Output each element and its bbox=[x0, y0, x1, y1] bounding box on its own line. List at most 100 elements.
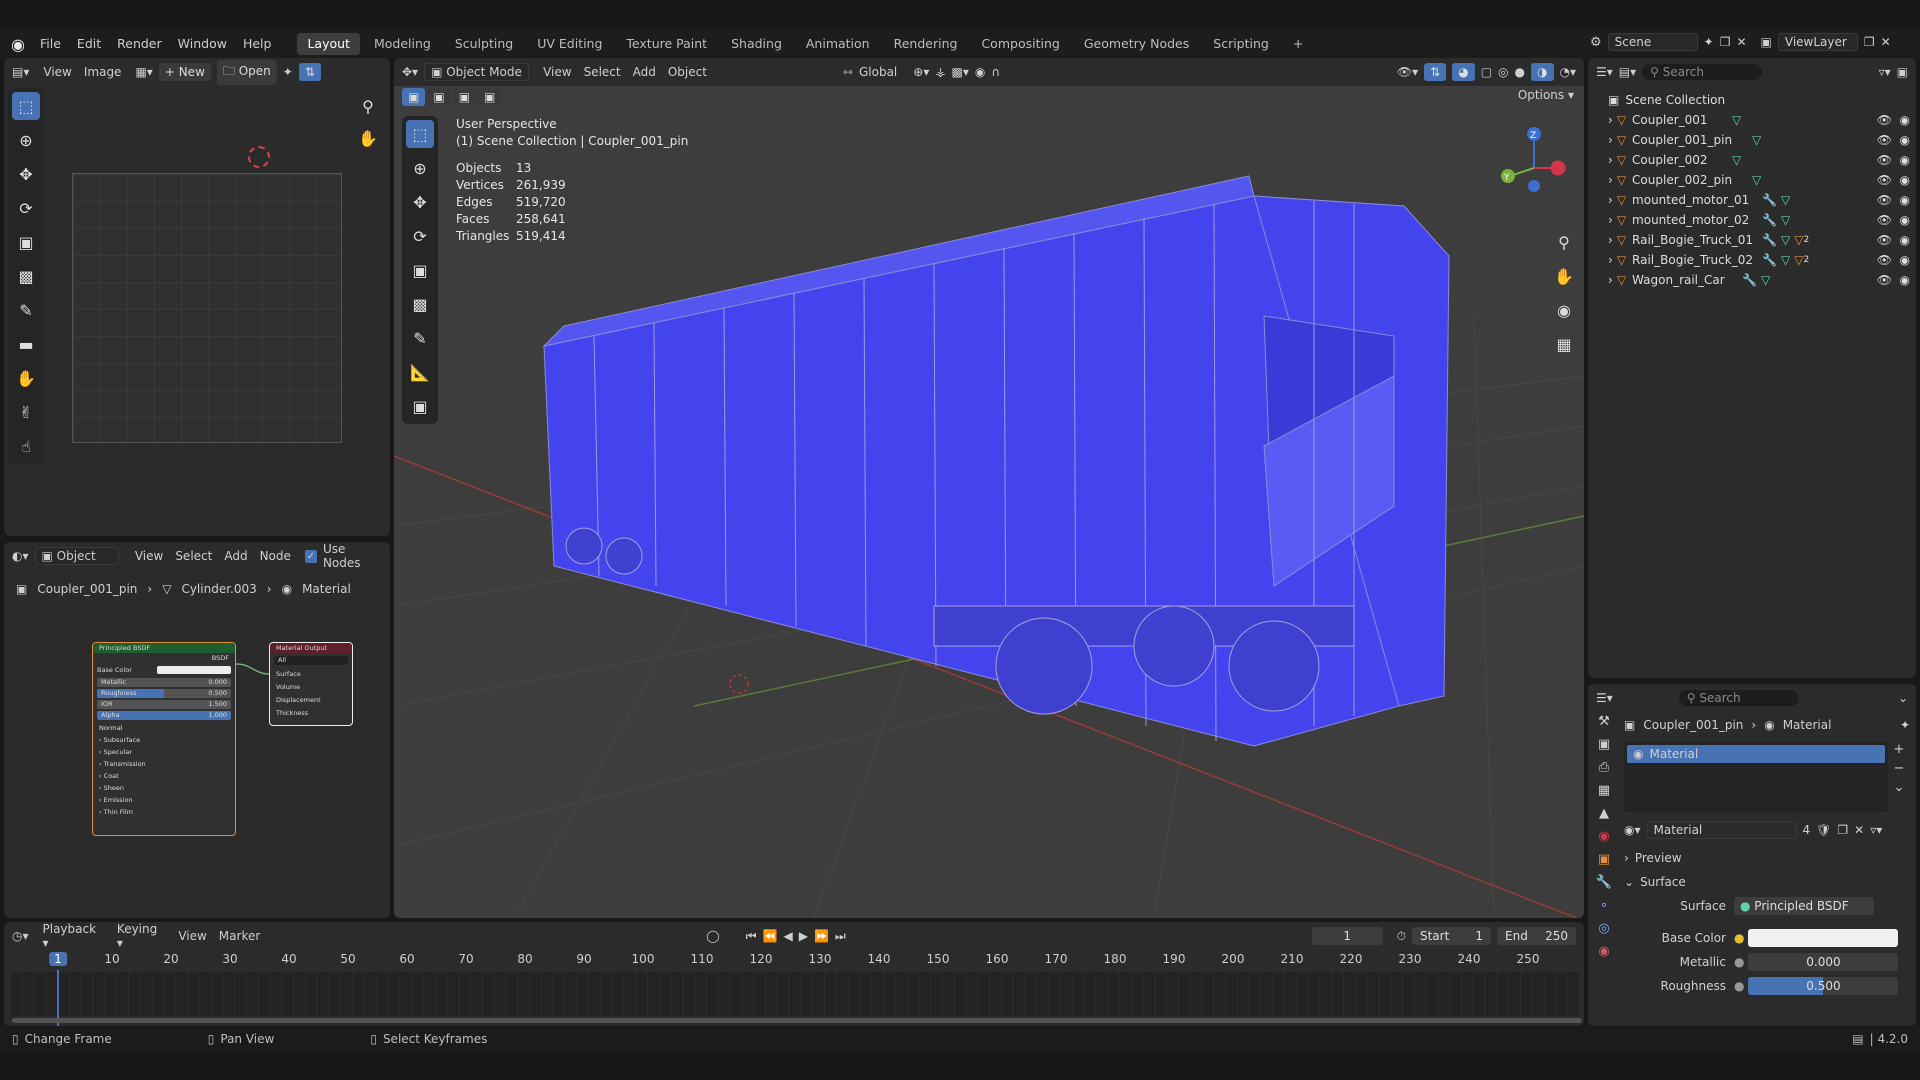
zoom-icon[interactable]: ⚲ bbox=[354, 92, 382, 120]
jump-end-icon[interactable]: ⏭ bbox=[835, 929, 846, 944]
bsdf-ior-field[interactable]: IOR 1.500 bbox=[97, 700, 231, 709]
add-cube-icon[interactable]: ▣ bbox=[406, 392, 434, 420]
grab-icon[interactable]: ▬ bbox=[12, 330, 40, 358]
add-slot-icon[interactable]: + bbox=[1894, 742, 1905, 757]
measure-icon[interactable]: 📐 bbox=[406, 358, 434, 386]
menu-playback[interactable]: Playback ▾ bbox=[43, 922, 105, 950]
menu-image[interactable]: Image bbox=[84, 65, 122, 79]
pan-hand-icon[interactable]: ✋ bbox=[354, 124, 382, 152]
slot-menu-icon[interactable]: ⌄ bbox=[1894, 780, 1905, 795]
camera-render-icon[interactable]: ◉ bbox=[1900, 273, 1910, 287]
outliner-item-rail-bogie-truck-01[interactable]: › ▽ Rail_Bogie_Truck_01 🔧 ▽ ▽ 2 👁 ◉ bbox=[1608, 230, 1916, 250]
cursor-icon[interactable]: ⊕ bbox=[406, 154, 434, 182]
menu-file[interactable]: File bbox=[32, 30, 69, 58]
scale-icon[interactable]: ▣ bbox=[406, 256, 434, 284]
use-nodes-checkbox[interactable]: ✓ bbox=[304, 549, 317, 563]
outliner-item-coupler-002[interactable]: › ▽ Coupler_002 ▽ 👁 ◉ bbox=[1608, 150, 1916, 170]
particles-tab-icon[interactable]: ∘ bbox=[1600, 898, 1608, 913]
wireframe-shading-icon[interactable]: ◎ bbox=[1498, 65, 1508, 79]
fake-user-icon[interactable]: 🛡 bbox=[1816, 823, 1831, 837]
outliner-item-coupler-001-pin[interactable]: › ▽ Coupler_001_pin ▽ 👁 ◉ bbox=[1608, 130, 1916, 150]
outliner-item-rail-bogie-truck-02[interactable]: › ▽ Rail_Bogie_Truck_02 🔧 ▽ ▽ 2 👁 ◉ bbox=[1608, 250, 1916, 270]
transform-icon[interactable]: ▩ bbox=[12, 262, 40, 290]
menu-view[interactable]: View bbox=[135, 549, 163, 563]
add-workspace-icon[interactable]: + bbox=[1283, 33, 1313, 55]
menu-select[interactable]: Select bbox=[175, 549, 212, 563]
viewlayer-icon[interactable]: ▣ bbox=[1761, 35, 1772, 49]
output-target-dropdown[interactable]: All bbox=[274, 656, 348, 665]
eye-icon[interactable]: 👁 bbox=[1877, 253, 1892, 267]
tab-layout[interactable]: Layout bbox=[297, 33, 360, 55]
duplicate-material-icon[interactable]: ❐ bbox=[1837, 823, 1848, 837]
move-icon[interactable]: ✥ bbox=[406, 188, 434, 216]
scale-icon[interactable]: ▣ bbox=[12, 228, 40, 256]
perspective-toggle-icon[interactable]: ▦ bbox=[1550, 330, 1578, 358]
solid-shading-icon[interactable]: ● bbox=[1515, 65, 1525, 79]
zoom-icon[interactable]: ⚲ bbox=[1550, 228, 1578, 256]
annotate-icon[interactable]: ✎ bbox=[12, 296, 40, 324]
eye-icon[interactable]: 👁 bbox=[1877, 113, 1892, 127]
orientation-icon[interactable]: ⇿ bbox=[843, 65, 853, 79]
pan-hand-icon[interactable]: ✋ bbox=[1550, 262, 1578, 290]
eye-icon[interactable]: 👁 bbox=[1877, 173, 1892, 187]
overlay-toggle-icon[interactable]: ◕ bbox=[1452, 63, 1475, 81]
surface-panel-header[interactable]: ⌄ Surface bbox=[1624, 870, 1910, 894]
menu-node[interactable]: Node bbox=[260, 549, 291, 563]
camera-render-icon[interactable]: ◉ bbox=[1900, 113, 1910, 127]
timeline-scrollbar[interactable] bbox=[12, 1018, 1582, 1023]
tab-rendering[interactable]: Rendering bbox=[884, 33, 968, 55]
link-mode-icon[interactable]: ▿▾ bbox=[1870, 823, 1882, 837]
section-sheen[interactable]: › Sheen bbox=[99, 782, 235, 794]
eye-icon[interactable]: 👁 bbox=[1877, 133, 1892, 147]
copy-viewlayer-icon[interactable]: ❐ bbox=[1864, 35, 1875, 49]
menu-view[interactable]: View bbox=[543, 65, 571, 79]
rotate-icon[interactable]: ⟳ bbox=[12, 194, 40, 222]
expand-icon[interactable]: › bbox=[1608, 233, 1613, 247]
play-reverse-icon[interactable]: ◀ bbox=[783, 929, 792, 943]
copy-scene-icon[interactable]: ❐ bbox=[1720, 35, 1731, 49]
material-shading-icon[interactable]: ◑ bbox=[1531, 63, 1554, 81]
uv-grid[interactable] bbox=[72, 173, 342, 443]
menu-object[interactable]: Object bbox=[668, 65, 707, 79]
xray-icon[interactable]: ▢ bbox=[1481, 65, 1492, 79]
new-collection-icon[interactable]: ▣ bbox=[1897, 65, 1908, 79]
roughness-field[interactable]: 0.500 bbox=[1748, 977, 1899, 995]
outliner-item-mounted-motor-01[interactable]: › ▽ mounted_motor_01 🔧 ▽ 👁 ◉ bbox=[1608, 190, 1916, 210]
proportional-edit-icon[interactable]: ◉ bbox=[975, 65, 985, 79]
shader-type-dropdown[interactable]: ▣ Object bbox=[34, 547, 119, 565]
3d-viewport[interactable]: ✥▾ ▣ Object Mode View Select Add Object … bbox=[394, 58, 1584, 918]
pin-icon[interactable]: ✦ bbox=[1900, 718, 1910, 732]
chevron-down-icon[interactable]: ⌄ bbox=[1898, 691, 1908, 705]
menu-marker[interactable]: Marker bbox=[219, 929, 260, 943]
close-viewlayer-icon[interactable]: ✕ bbox=[1881, 35, 1891, 49]
expand-icon[interactable]: › bbox=[1608, 153, 1613, 167]
navigation-gizmo[interactable]: Z Y bbox=[1494, 118, 1574, 218]
bsdf-base-color-row[interactable]: Base Color bbox=[93, 664, 235, 676]
tab-geometry-nodes[interactable]: Geometry Nodes bbox=[1074, 33, 1199, 55]
material-name-field[interactable]: Material bbox=[1646, 821, 1797, 839]
preview-panel-header[interactable]: › Preview bbox=[1624, 846, 1910, 870]
tab-sculpting[interactable]: Sculpting bbox=[445, 33, 523, 55]
section-specular[interactable]: › Specular bbox=[99, 746, 235, 758]
material-slot-item[interactable]: ◉ Material bbox=[1627, 745, 1885, 763]
editor-type-icon[interactable]: ✥▾ bbox=[402, 65, 418, 79]
menu-view[interactable]: View bbox=[43, 65, 71, 79]
tab-scripting[interactable]: Scripting bbox=[1203, 33, 1279, 55]
expand-icon[interactable]: › bbox=[1608, 253, 1613, 267]
modifier-tab-icon[interactable]: 🔧 bbox=[1596, 875, 1612, 890]
scene-icon[interactable]: ⚙ bbox=[1590, 35, 1602, 50]
editor-type-icon[interactable]: ◷▾ bbox=[12, 929, 29, 943]
expand-icon[interactable]: › bbox=[1608, 173, 1613, 187]
breadcrumb-material[interactable]: Material bbox=[302, 582, 351, 596]
mode-dropdown[interactable]: ▣ Object Mode bbox=[424, 63, 530, 81]
bsdf-roughness-field[interactable]: Roughness 0.500 bbox=[97, 689, 231, 698]
move-icon[interactable]: ✥ bbox=[12, 160, 40, 188]
timeline-track[interactable] bbox=[10, 972, 1580, 1016]
editor-type-icon[interactable]: ▤▾ bbox=[12, 65, 29, 79]
bsdf-alpha-field[interactable]: Alpha 1.000 bbox=[97, 711, 231, 720]
expand-icon[interactable]: › bbox=[1608, 273, 1613, 287]
jump-start-icon[interactable]: ⏮ bbox=[746, 929, 757, 944]
render-tab-icon[interactable]: ▣ bbox=[1598, 737, 1610, 752]
expand-icon[interactable]: › bbox=[1608, 133, 1613, 147]
menu-render[interactable]: Render bbox=[109, 30, 170, 58]
